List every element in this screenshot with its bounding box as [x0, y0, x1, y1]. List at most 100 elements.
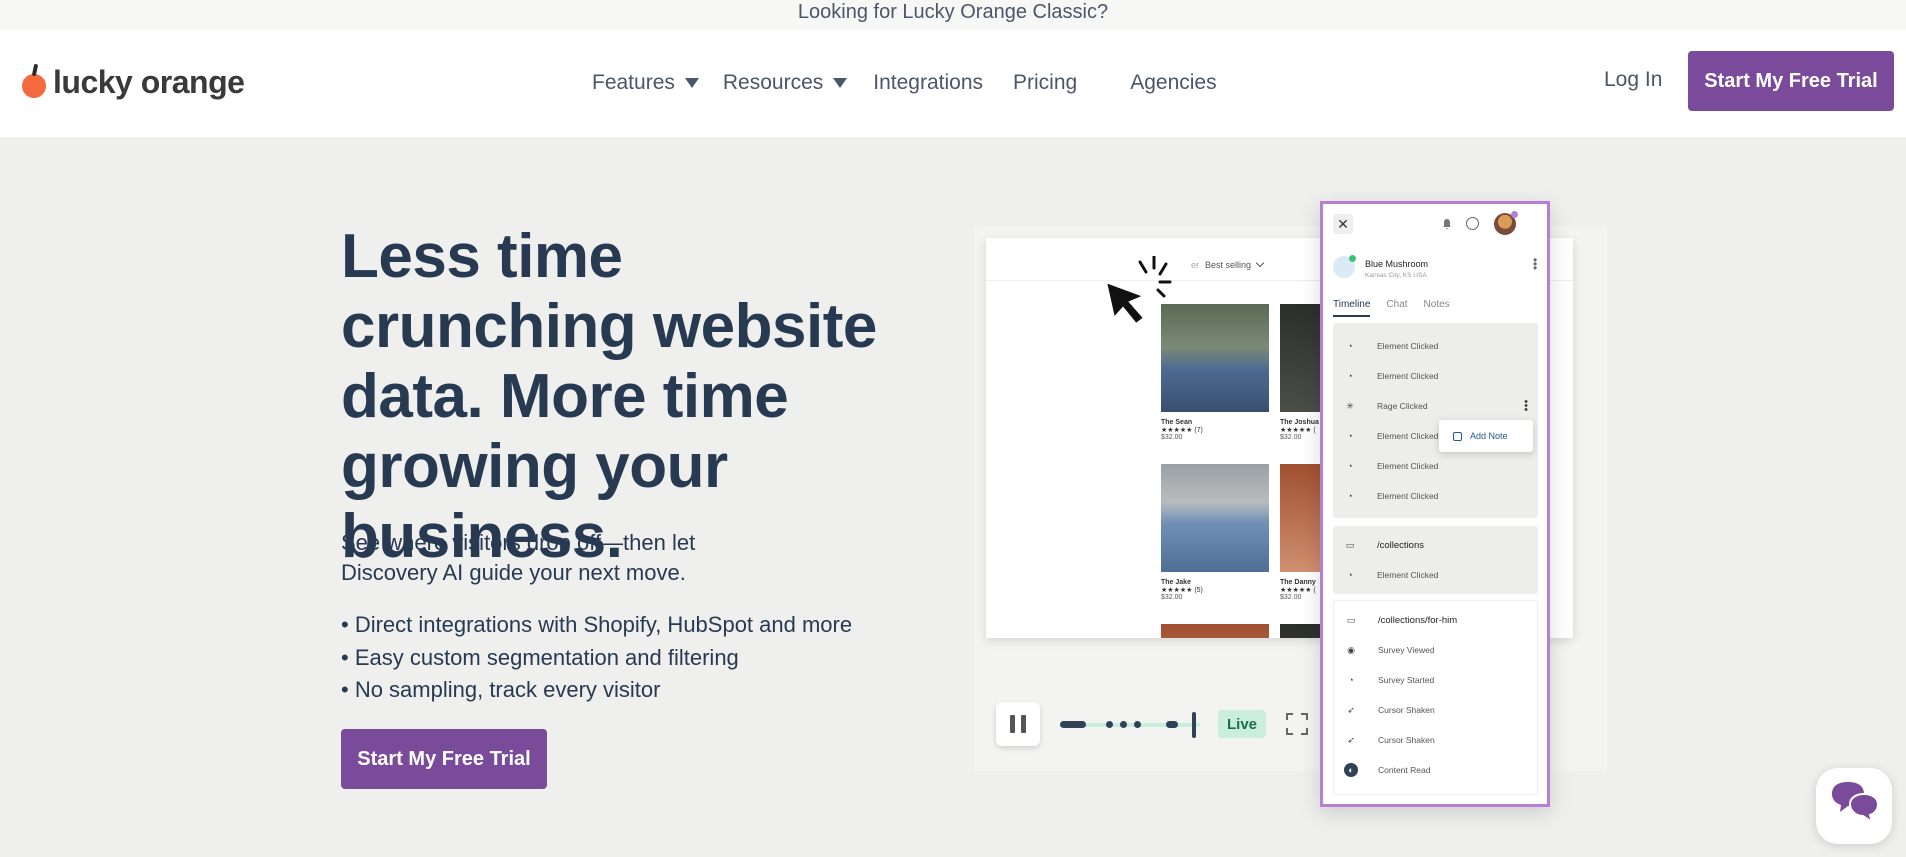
timeline-event[interactable]: ◔ Element Clicked — [1333, 331, 1538, 361]
bell-icon[interactable] — [1441, 218, 1453, 230]
session-player-controls: Live — [986, 690, 1276, 758]
orange-logo-icon — [21, 63, 47, 100]
event-label: Survey Viewed — [1378, 645, 1435, 655]
rage-click-icon: ✳ — [1346, 400, 1354, 411]
feature-list: • Direct integrations with Shopify, HubS… — [341, 609, 852, 707]
product-card: The Jake ★★★★★ (5) $32.00 — [1161, 464, 1269, 601]
pause-icon — [1010, 715, 1015, 733]
visitor-location: Kansas City, KS USA — [1365, 272, 1427, 279]
live-badge[interactable]: Live — [1218, 710, 1266, 738]
announcement-link[interactable]: Looking for Lucky Orange Classic? — [798, 1, 1108, 23]
click-icon: ◔ — [1347, 570, 1353, 580]
click-cursor-icon — [1104, 256, 1172, 326]
timeline-event[interactable]: ✳ Rage Clicked • • • — [1333, 391, 1538, 421]
product-name: The Sean — [1161, 419, 1193, 426]
timeline-event-dot — [1106, 721, 1113, 728]
add-note-button[interactable]: Add Note — [1439, 420, 1533, 452]
nav-pricing[interactable]: Pricing — [1013, 71, 1077, 95]
event-label: Content Read — [1378, 765, 1431, 775]
tab-chat[interactable]: Chat — [1386, 299, 1407, 317]
event-label: Cursor Shaken — [1378, 735, 1435, 745]
feature-item: • Easy custom segmentation and filtering — [341, 644, 739, 670]
timeline-event[interactable]: ◔ Element Clicked — [1333, 451, 1538, 481]
content-read-icon: ◐ — [1344, 763, 1358, 777]
visitor-timeline-panel: ✕ Blue Mushroom Kansas City, KS USA • • • … — [1320, 201, 1550, 807]
eye-icon: ◉ — [1347, 644, 1355, 655]
avatar[interactable] — [1494, 211, 1518, 235]
globe-icon[interactable] — [1466, 217, 1479, 230]
timeline-section: ▭ /collections/for-him ◉ Survey Viewed ◔ Su… — [1333, 600, 1538, 795]
event-label: Element Clicked — [1377, 491, 1439, 501]
start-trial-button-header[interactable]: Start My Free Trial — [1688, 51, 1894, 111]
event-label: Element Clicked — [1377, 570, 1439, 580]
click-icon: ◔ — [1347, 371, 1353, 381]
page-path: /collections/for-him — [1378, 614, 1458, 626]
event-label: Survey Started — [1378, 675, 1435, 685]
caret-down-icon — [684, 78, 699, 88]
nav-resources-label: Resources — [722, 71, 824, 94]
event-label: Cursor Shaken — [1378, 705, 1435, 715]
hero-subtitle: See where visitors drop off—then let Dis… — [341, 530, 696, 585]
timeline-event[interactable]: ◔ Survey Started — [1334, 665, 1537, 695]
event-label: Element Clicked — [1377, 461, 1439, 471]
fullscreen-icon[interactable] — [1286, 713, 1308, 735]
page-visit[interactable]: ▭ /collections/for-him — [1334, 605, 1537, 635]
sort-dropdown: er Best selling — [1191, 258, 1265, 270]
timeline-event[interactable]: ◔ Element Clicked — [1333, 481, 1538, 511]
feature-item: • No sampling, track every visitor — [341, 677, 661, 702]
click-icon: ◔ — [1348, 675, 1354, 685]
product-image — [1161, 624, 1269, 638]
feature-item: • Direct integrations with Shopify, HubS… — [341, 612, 853, 637]
chat-bubbles-icon — [1832, 782, 1880, 825]
nav-integrations[interactable]: Integrations — [873, 71, 983, 95]
main-nav: Features Resources Integrations Pricing … — [592, 67, 1217, 99]
caret-down-icon — [833, 78, 848, 88]
click-icon: ◔ — [1347, 341, 1353, 351]
pause-icon — [1021, 715, 1026, 733]
page-icon: ▭ — [1345, 539, 1355, 550]
click-icon: ◔ — [1347, 461, 1353, 471]
login-link[interactable]: Log In — [1604, 68, 1662, 92]
chevron-down-icon — [1255, 258, 1265, 268]
pause-button[interactable] — [996, 702, 1040, 746]
nav-resources[interactable]: Resources — [722, 71, 848, 95]
note-edit-icon — [1453, 431, 1462, 441]
timeline-event[interactable]: ◐ Content Read — [1334, 755, 1537, 785]
tab-notes[interactable]: Notes — [1424, 299, 1450, 317]
sort-prefix: er — [1191, 260, 1200, 270]
timeline-event-dot — [1134, 721, 1141, 728]
timeline-event[interactable]: ➶ Cursor Shaken — [1334, 725, 1537, 755]
hero-title: Less time crunching website data. More t… — [341, 222, 877, 571]
chat-launcher-button[interactable] — [1816, 768, 1892, 844]
tab-timeline[interactable]: Timeline — [1333, 299, 1371, 317]
timeline-event[interactable]: ◔ Element Clicked — [1333, 361, 1538, 391]
cursor-shake-icon: ➶ — [1347, 704, 1355, 715]
product-price: $32.00 — [1161, 594, 1183, 601]
nav-pricing-label: Pricing — [1013, 71, 1078, 94]
add-note-label: Add Note — [1470, 431, 1508, 441]
timeline-scrubber-handle[interactable] — [1192, 712, 1196, 738]
event-label: Element Clicked — [1377, 371, 1439, 381]
visitor-avatar-icon — [1333, 255, 1356, 278]
sort-label: Best selling — [1205, 260, 1252, 270]
more-vertical-icon[interactable]: • • • — [1524, 397, 1528, 416]
page-visit[interactable]: ▭ /collections — [1333, 530, 1538, 560]
timeline-event[interactable]: ➶ Cursor Shaken — [1334, 695, 1537, 725]
timeline-event[interactable]: ◉ Survey Viewed — [1334, 635, 1537, 665]
brand-logo[interactable]: lucky orange — [21, 60, 245, 104]
more-vertical-icon[interactable]: • • • — [1533, 254, 1539, 274]
start-trial-button-hero[interactable]: Start My Free Trial — [341, 729, 547, 789]
event-label: Element Clicked — [1377, 341, 1439, 351]
click-icon: ◔ — [1347, 491, 1353, 501]
product-rating: ★★★★★ (7) — [1161, 427, 1203, 434]
close-icon[interactable]: ✕ — [1333, 214, 1353, 234]
timeline-event[interactable]: ◔ Element Clicked — [1333, 560, 1538, 590]
product-card — [1161, 624, 1269, 638]
nav-features[interactable]: Features — [592, 71, 699, 95]
nav-agencies[interactable]: Agencies — [1130, 71, 1216, 95]
product-price: $32.00 — [1161, 434, 1183, 441]
timeline-segment — [1166, 721, 1178, 728]
page-icon: ▭ — [1346, 614, 1356, 625]
nav-agencies-label: Agencies — [1130, 71, 1217, 94]
announcement-bar[interactable]: Looking for Lucky Orange Classic? — [0, 0, 1906, 30]
